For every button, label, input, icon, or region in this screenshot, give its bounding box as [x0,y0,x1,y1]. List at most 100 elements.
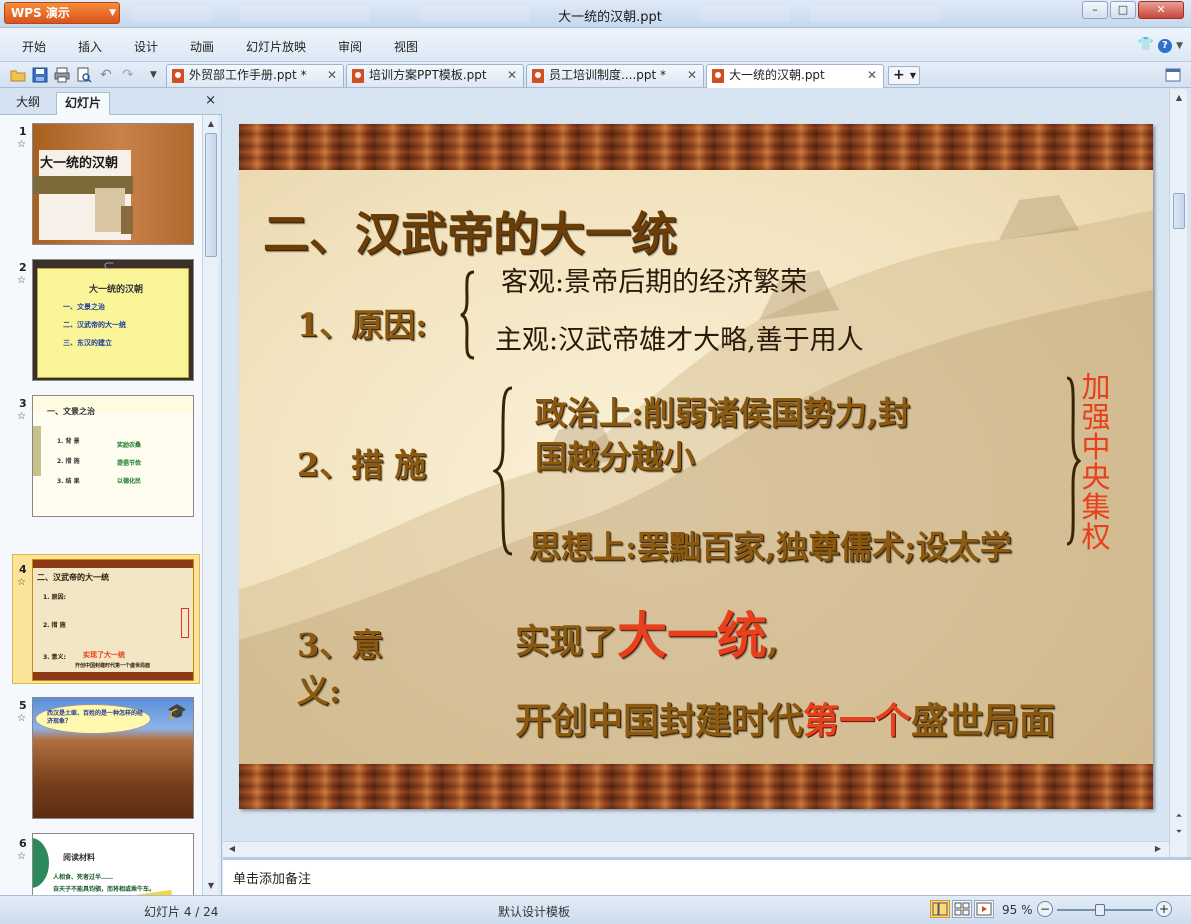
thumb-title: 大一统的汉朝 [89,285,144,295]
scrollbar-thumb[interactable] [205,133,217,257]
thumb-item: 一、文景之治 [63,303,105,311]
scroll-down-icon[interactable]: ▼ [204,879,218,893]
thumb-bottom-line: 开创中国封建时代第一个盛世局面 [75,663,151,669]
close-tab-icon[interactable]: ✕ [507,65,517,86]
significance-line-1[interactable]: 实现了大一统, [515,596,779,668]
tab-employee-training-policy[interactable]: 员工培训制度....ppt * ✕ [526,64,704,87]
measure-political-line-2[interactable]: 国越分越小 [535,432,695,478]
close-panel-icon[interactable]: × [205,93,216,108]
ppt-file-icon [172,69,184,83]
thumb-row-label: 2. 措 施 [43,622,66,629]
print-preview-icon[interactable] [76,67,92,83]
skin-icon[interactable]: 👕 [1138,37,1154,52]
zoom-slider-track[interactable] [1057,909,1153,911]
menu-design[interactable]: 设计 [134,38,158,55]
help-icon[interactable]: ? [1157,39,1172,53]
zoom-in-button[interactable]: + [1156,901,1172,917]
slide-canvas[interactable]: 二、汉武帝的大一统 1、原因: 客观:景帝后期的经济繁荣 主观:汉武帝雄才大略,… [239,124,1153,809]
notes-pane[interactable]: 单击添加备注 [223,857,1191,895]
sorter-view-button[interactable] [952,900,972,918]
maximize-button[interactable]: □ [1110,1,1136,19]
close-tab-icon[interactable]: ✕ [687,65,697,86]
save-icon[interactable] [32,67,48,83]
slide-thumbnail-3[interactable]: 一、文景之治 1. 背 景 2. 措 施 3. 结 果 奖励农桑 提倡节俭 以德… [32,395,194,517]
print-icon[interactable] [54,67,70,83]
significance-line-2[interactable]: 开创中国封建时代第一个盛世局面 [515,692,1055,744]
scroll-up-icon[interactable]: ▲ [1172,91,1186,105]
menu-animation[interactable]: 动画 [190,38,214,55]
chevron-down-icon: ▼ [109,8,116,18]
chevron-down-icon[interactable]: ▼ [1176,41,1183,51]
thumb-bubble-text: 西汉是土匪、百姓的是一种怎样的经济现象？ [47,710,144,725]
menu-review[interactable]: 审阅 [338,38,362,55]
open-folder-icon[interactable] [10,67,26,83]
chevron-down-icon: ▼ [909,71,916,80]
editor-vertical-scrollbar[interactable]: ▲ ⏶ ⏷ [1169,89,1187,857]
layout-icon[interactable] [1165,68,1181,82]
redo-icon[interactable]: ↷ [122,67,138,83]
minimize-button[interactable]: – [1082,1,1108,19]
background-window-tab [700,6,790,22]
normal-view-button[interactable] [930,900,950,918]
measure-political-line-1[interactable]: 政治上:削弱诸侯国势力,封 [535,388,910,434]
slide-border-bottom [239,764,1153,809]
close-tab-icon[interactable]: ✕ [867,65,877,86]
scroll-up-icon[interactable]: ▲ [204,117,218,131]
thumb-side-bar [33,426,41,476]
close-window-button[interactable]: ✕ [1138,1,1184,19]
reason-objective[interactable]: 客观:景帝后期的经济繁荣 [501,260,807,299]
thumb-statue-image [121,206,133,234]
side-note-vertical[interactable]: 加强中央集权 [1079,372,1113,552]
slide-title[interactable]: 二、汉武帝的大一统 [263,198,677,264]
undo-icon[interactable]: ↶ [100,67,116,83]
notes-placeholder[interactable]: 单击添加备注 [233,868,311,887]
slide-thumbnail-list: 1 ☆ 大一统的汉朝 2 ☆ ⊂ 大一统的汉朝 一、文景之治 二、汉武帝的大一统… [0,115,202,895]
menu-view[interactable]: 视图 [394,38,418,55]
thumb-line: 自天子不能具钧驷，而将相或乘牛车。 [53,886,156,893]
next-slide-icon[interactable]: ⏷ [1172,825,1186,839]
slide-thumbnail-2[interactable]: ⊂ 大一统的汉朝 一、文景之治 二、汉武帝的大一统 三、东汉的建立 [32,259,194,381]
zoom-slider-knob[interactable] [1095,904,1105,916]
slide-thumbnail-4[interactable]: 二、汉武帝的大一统 1. 原因: 2. 措 施 3. 意义: 实现了大一统 开创… [32,559,194,681]
editor-horizontal-scrollbar[interactable]: ◀ ▶ [223,841,1169,857]
thumb-row-value: 奖励农桑 [117,442,142,449]
star-icon: ☆ [17,713,26,724]
scroll-right-icon[interactable]: ▶ [1151,842,1165,856]
design-template-label[interactable]: 默认设计模板 [498,903,570,920]
slides-panel: 大纲 幻灯片 × 1 ☆ 大一统的汉朝 2 ☆ ⊂ 大一统的汉朝 一、文景之治 … [0,89,222,895]
status-bar: 幻灯片 4 / 24 默认设计模板 95 % − + [0,895,1191,924]
menu-slideshow[interactable]: 幻灯片放映 [246,38,306,55]
tab-han-dynasty[interactable]: 大一统的汉朝.ppt ✕ [706,64,884,88]
tab-outline[interactable]: 大纲 [8,92,48,115]
tab-slides[interactable]: 幻灯片 [56,92,111,115]
zoom-out-button[interactable]: − [1037,901,1053,917]
menu-home[interactable]: 开始 [22,38,46,55]
slideshow-button[interactable] [974,900,994,918]
thumb-row-label: 3. 结 果 [57,478,80,485]
menu-right-tools: 👕 ? ▼ [1138,37,1183,53]
new-tab-button[interactable]: + ▼ [888,66,920,85]
thumb-line: 人相食、死者过半…… [53,874,114,881]
slide-thumbnail-1[interactable]: 大一统的汉朝 [32,123,194,245]
reason-label[interactable]: 1、原因: [297,300,427,346]
significance-label-1[interactable]: 3、意 [297,620,383,666]
dropdown-icon[interactable]: ▼ [150,67,166,83]
wps-menu-button[interactable]: WPS 演示 ▼ [4,2,120,24]
slide-border-top [239,124,1153,170]
significance-label-2[interactable]: 义: [297,666,341,712]
scroll-left-icon[interactable]: ◀ [225,842,239,856]
tab-label: 外贸部工作手册.ppt * [189,68,307,82]
slide-thumbnail-5[interactable]: 西汉是土匪、百姓的是一种怎样的经济现象？ 🎓 [32,697,194,819]
background-window-tab [420,6,530,22]
slides-panel-scrollbar[interactable]: ▲ ▼ [202,115,218,895]
menu-insert[interactable]: 插入 [78,38,102,55]
scrollbar-thumb[interactable] [1173,193,1185,229]
slide-thumbnail-6[interactable]: 阅读材料 人相食、死者过半…… 自天子不能具钧驷，而将相或乘牛车。 [32,833,194,895]
reason-subjective[interactable]: 主观:汉武帝雄才大略,善于用人 [495,318,864,357]
measure-ideology[interactable]: 思想上:罢黜百家,独尊儒术;设太学 [529,522,1012,568]
measures-label[interactable]: 2、措 施 [297,440,426,486]
previous-slide-icon[interactable]: ⏶ [1172,809,1186,823]
tab-training-plan-template[interactable]: 培训方案PPT模板.ppt ✕ [346,64,524,87]
tab-foreign-trade-manual[interactable]: 外贸部工作手册.ppt * ✕ [166,64,344,87]
close-tab-icon[interactable]: ✕ [327,65,337,86]
